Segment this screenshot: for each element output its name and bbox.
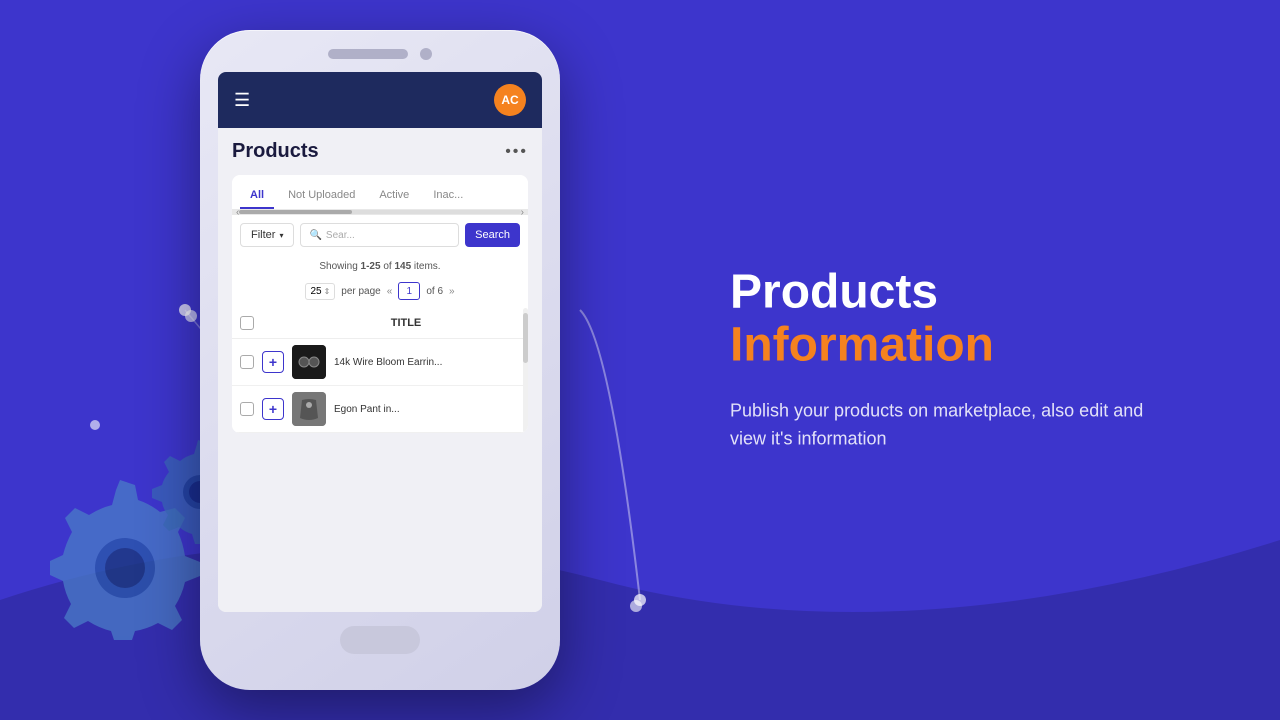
filter-label: Filter: [251, 229, 275, 241]
phone-outer: ☰ AC Products ••• All Not Uploaded: [200, 30, 560, 690]
row-expand-button-1[interactable]: +: [262, 351, 284, 373]
product-name-1: 14k Wire Bloom Earrin...: [334, 357, 520, 368]
per-page-label: per page: [341, 286, 380, 297]
title-column-header: TITLE: [292, 317, 520, 329]
current-page[interactable]: 1: [398, 282, 420, 300]
app-header: ☰ AC: [218, 72, 542, 128]
product-name-2: Egon Pant in...: [334, 404, 520, 415]
decorative-dot-2: [90, 420, 100, 430]
row-checkbox-2[interactable]: [240, 402, 254, 416]
right-description: Publish your products on marketplace, al…: [730, 396, 1180, 454]
tabs-row: All Not Uploaded Active Inac...: [240, 183, 520, 209]
pagination-row: 25 ⇕ per page « 1 of 6 »: [232, 278, 528, 308]
table-row: + 14k Wire Bloom Earrin...: [232, 339, 528, 386]
products-table: TITLE + 14k Wire Bloom Earrin...: [232, 308, 528, 433]
right-panel: Products Information Publish your produc…: [730, 266, 1180, 453]
per-page-select[interactable]: 25 ⇕: [305, 283, 335, 300]
showing-total: 145: [394, 261, 411, 272]
tab-active[interactable]: Active: [369, 183, 419, 209]
filter-row: Filter ▾ 🔍 Sear... Search: [232, 215, 528, 255]
more-options-icon[interactable]: •••: [505, 143, 528, 161]
row-expand-button-2[interactable]: +: [262, 398, 284, 420]
chevron-down-icon: ▾: [279, 231, 283, 240]
decorative-dot-1: [185, 310, 197, 322]
hamburger-icon[interactable]: ☰: [234, 90, 250, 111]
scroll-right-arrow[interactable]: ›: [521, 207, 524, 218]
tab-all[interactable]: All: [240, 183, 274, 209]
search-placeholder-text: Sear...: [326, 230, 355, 241]
select-all-checkbox[interactable]: [240, 316, 254, 330]
page-title-row: Products •••: [232, 140, 528, 163]
showing-range: 1-25: [361, 261, 381, 272]
per-page-value: 25: [310, 286, 321, 297]
tab-inactive[interactable]: Inac...: [423, 183, 473, 209]
next-page-button[interactable]: »: [449, 286, 455, 297]
product-image-1: [292, 345, 326, 379]
phone-camera: [420, 48, 432, 60]
row-checkbox-1[interactable]: [240, 355, 254, 369]
home-button[interactable]: [340, 626, 420, 654]
table-header: TITLE: [232, 308, 528, 339]
search-icon: 🔍: [309, 230, 321, 241]
prev-page-button[interactable]: «: [387, 286, 393, 297]
avatar: AC: [494, 84, 526, 116]
scroll-thumb: [239, 210, 352, 214]
table-row: + Egon Pant in...: [232, 386, 528, 433]
search-input-wrap: 🔍 Sear...: [300, 223, 459, 247]
phone-mockup: ☰ AC Products ••• All Not Uploaded: [200, 30, 560, 690]
filter-button[interactable]: Filter ▾: [240, 223, 294, 247]
page-title: Products: [232, 140, 319, 163]
phone-bottom: [218, 626, 542, 654]
product-image-2: [292, 392, 326, 426]
app-content: Products ••• All Not Uploaded Active Ina…: [218, 128, 542, 612]
tab-not-uploaded[interactable]: Not Uploaded: [278, 183, 365, 209]
right-title-line1: Products: [730, 265, 938, 318]
scroll-track: [239, 210, 520, 214]
phone-screen: ☰ AC Products ••• All Not Uploaded: [218, 72, 542, 612]
per-page-arrows: ⇕: [324, 287, 331, 296]
total-pages-label: of 6: [426, 286, 443, 297]
right-title-line2: Information: [730, 318, 994, 371]
phone-top-bar: [218, 48, 542, 60]
tabs-container: All Not Uploaded Active Inac...: [232, 175, 528, 209]
phone-speaker: [328, 49, 408, 59]
search-button[interactable]: Search: [465, 223, 520, 247]
decorative-dot-4: [630, 600, 642, 612]
showing-row: Showing 1-25 of 145 items.: [232, 255, 528, 278]
right-title: Products Information: [730, 266, 1180, 372]
